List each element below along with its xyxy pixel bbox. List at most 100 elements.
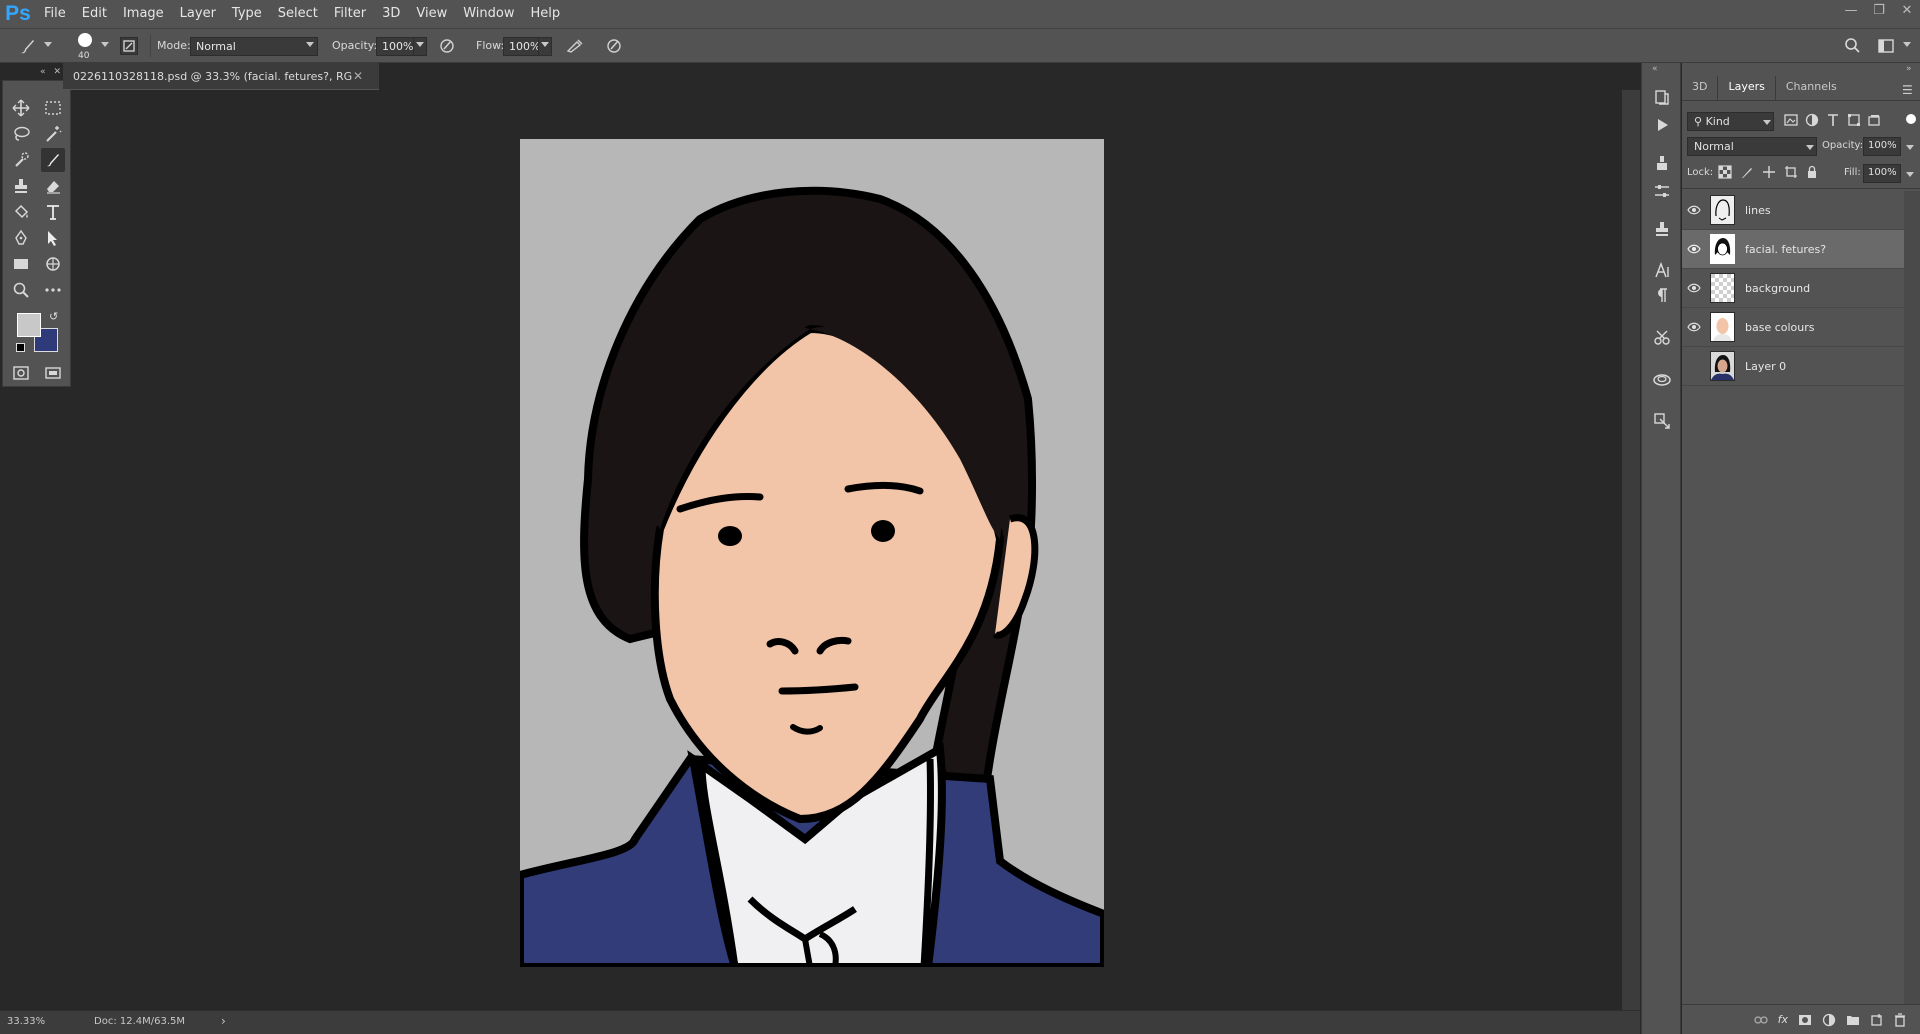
visibility-eye-icon[interactable]	[1682, 269, 1706, 308]
move-tool-icon[interactable]	[9, 96, 33, 120]
visibility-eye-icon[interactable]	[1682, 191, 1706, 230]
history-icon[interactable]	[1650, 85, 1674, 109]
filter-adjustment-icon[interactable]	[1805, 113, 1819, 127]
lock-position-icon[interactable]	[1762, 165, 1776, 179]
filter-smart-object-icon[interactable]	[1867, 113, 1881, 127]
layer-filter-select[interactable]: ⚲ Kind	[1687, 112, 1774, 131]
brush-presets-icon[interactable]	[1650, 151, 1674, 175]
visibility-toggle-empty[interactable]	[1682, 347, 1706, 386]
menu-help[interactable]: Help	[523, 0, 569, 28]
layer-row-layer-0[interactable]: Layer 0	[1682, 347, 1904, 386]
tab-3d[interactable]: 3D	[1682, 76, 1717, 100]
path-select-icon[interactable]	[41, 226, 65, 250]
quick-select-icon[interactable]	[9, 148, 33, 172]
layer-row-base-colours[interactable]: base colours	[1682, 308, 1904, 347]
add-mask-icon[interactable]	[1798, 1014, 1812, 1026]
character-icon[interactable]	[1650, 258, 1674, 282]
brush-panel-toggle-icon[interactable]	[120, 37, 138, 55]
brush-preset-picker[interactable]	[76, 33, 94, 51]
lock-transparent-icon[interactable]	[1718, 165, 1732, 179]
pen-tool-icon[interactable]	[9, 226, 33, 250]
rectangle-tool-icon[interactable]	[9, 252, 33, 276]
menu-select[interactable]: Select	[270, 0, 326, 28]
filter-toggle-icon[interactable]	[1906, 114, 1916, 124]
status-menu-arrow-icon[interactable]: ›	[221, 1014, 226, 1028]
layer-row-facial-features[interactable]: facial. fetures?	[1682, 230, 1904, 269]
quick-mask-icon[interactable]	[9, 361, 33, 385]
panel-collapse-icon[interactable]: »	[1906, 64, 1912, 74]
default-colors-icon[interactable]	[16, 343, 25, 352]
menu-view[interactable]: View	[408, 0, 455, 28]
properties-icon[interactable]	[1650, 409, 1674, 433]
libraries-icon[interactable]	[1650, 367, 1674, 391]
pressure-opacity-icon[interactable]	[438, 37, 456, 55]
lock-pixels-icon[interactable]	[1740, 165, 1754, 179]
eraser-icon[interactable]	[41, 174, 65, 198]
panel-menu-icon[interactable]: ☰	[1902, 83, 1913, 97]
menu-file[interactable]: File	[36, 0, 74, 28]
lasso-tool-icon[interactable]	[9, 122, 33, 146]
tab-channels[interactable]: Channels	[1776, 76, 1847, 100]
lock-all-icon[interactable]	[1805, 165, 1819, 179]
blend-mode-select[interactable]: Normal	[1687, 137, 1817, 156]
menu-type[interactable]: Type	[224, 0, 270, 28]
menu-filter[interactable]: Filter	[326, 0, 374, 28]
stamp-icon[interactable]	[9, 174, 33, 198]
tool-presets-icon[interactable]	[1650, 325, 1674, 349]
menu-layer[interactable]: Layer	[172, 0, 224, 28]
filter-pixel-icon[interactable]	[1784, 113, 1798, 127]
zoom-tool-icon[interactable]	[9, 278, 33, 302]
close-icon[interactable]: ✕	[353, 69, 369, 83]
foreground-color-swatch[interactable]	[17, 313, 41, 337]
artwork-canvas[interactable]	[520, 139, 1104, 967]
lock-artboard-icon[interactable]	[1784, 165, 1798, 179]
layer-opacity-input[interactable]: 100%	[1863, 137, 1901, 156]
strip-collapse-icon[interactable]: «	[1652, 64, 1658, 74]
search-icon[interactable]	[1843, 37, 1861, 55]
restore-icon[interactable]: ❐	[1872, 0, 1886, 20]
opacity-input[interactable]: 100%	[376, 37, 414, 56]
document-tab[interactable]: 0226110328118.psd @ 33.3% (facial. fetur…	[63, 63, 379, 90]
paint-bucket-icon[interactable]	[9, 200, 33, 224]
flow-input[interactable]: 100%	[503, 37, 540, 56]
fx-icon[interactable]: fx	[1778, 1013, 1788, 1026]
workspace-switcher-icon[interactable]	[1877, 37, 1895, 55]
new-group-icon[interactable]	[1846, 1014, 1860, 1026]
hand-tool-icon[interactable]	[41, 252, 65, 276]
zoom-level[interactable]: 33.33%	[7, 1016, 45, 1027]
paragraph-icon[interactable]	[1650, 283, 1674, 307]
delete-layer-icon[interactable]	[1894, 1012, 1906, 1027]
clone-source-icon[interactable]	[1650, 217, 1674, 241]
menu-window[interactable]: Window	[455, 0, 522, 28]
more-tools-icon[interactable]	[41, 278, 65, 302]
visibility-eye-icon[interactable]	[1682, 308, 1706, 347]
layers-scrollbar[interactable]	[1904, 191, 1920, 1004]
screen-mode-icon[interactable]	[41, 361, 65, 385]
filter-type-icon[interactable]	[1826, 113, 1840, 127]
adjustments-icon[interactable]	[1650, 179, 1674, 203]
new-adjustment-layer-icon[interactable]	[1822, 1013, 1836, 1027]
type-tool-icon[interactable]	[41, 200, 65, 224]
minimize-icon[interactable]: —	[1844, 0, 1858, 20]
swap-colors-icon[interactable]: ↺	[49, 310, 58, 323]
visibility-eye-icon[interactable]	[1682, 230, 1706, 269]
menu-3d[interactable]: 3D	[374, 0, 408, 28]
link-layers-icon[interactable]	[1753, 1015, 1768, 1025]
brush-tool-icon[interactable]	[41, 148, 65, 172]
brush-icon[interactable]	[18, 36, 38, 56]
mode-select[interactable]: Normal	[190, 37, 318, 56]
layer-row-lines[interactable]: lines	[1682, 191, 1904, 230]
fill-input[interactable]: 100%	[1863, 164, 1901, 183]
vertical-scrollbar[interactable]	[1622, 90, 1640, 1010]
layer-row-background[interactable]: background	[1682, 269, 1904, 308]
menu-image[interactable]: Image	[115, 0, 172, 28]
close-icon[interactable]: ✕	[1900, 0, 1914, 20]
magic-wand-icon[interactable]	[41, 122, 65, 146]
canvas-area[interactable]	[73, 90, 1622, 1010]
filter-shape-icon[interactable]	[1847, 113, 1861, 127]
airbrush-icon[interactable]	[565, 37, 585, 55]
pressure-size-icon[interactable]	[605, 37, 623, 55]
tab-layers[interactable]: Layers	[1717, 76, 1776, 100]
actions-play-icon[interactable]	[1650, 113, 1674, 137]
menu-edit[interactable]: Edit	[74, 0, 115, 28]
